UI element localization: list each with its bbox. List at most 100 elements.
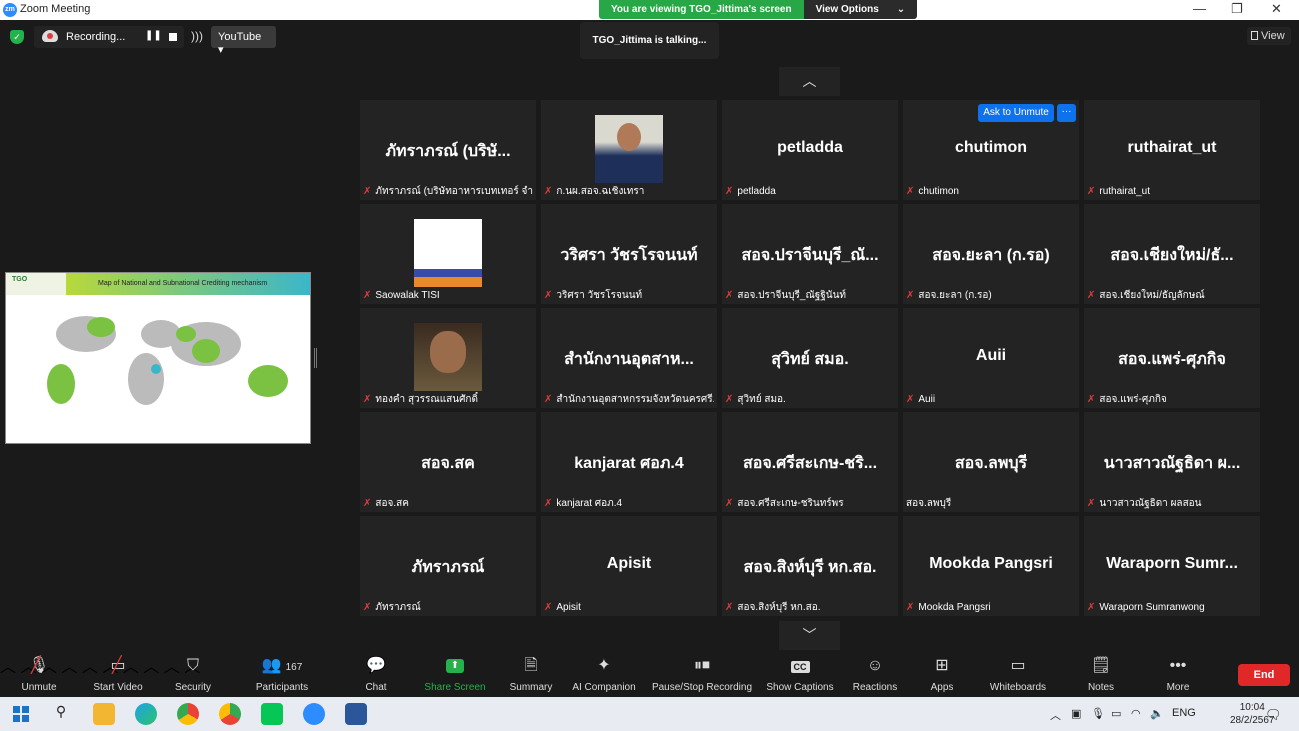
chat-button[interactable]: 💬 Chat <box>356 653 396 697</box>
more-button[interactable]: ••• More <box>1158 653 1198 697</box>
line-app-icon[interactable] <box>261 703 283 725</box>
participant-tile[interactable]: kanjarat ศอภ.4 ✗ kanjarat ศอภ.4 <box>541 412 717 512</box>
participant-tile[interactable]: ✗ ทองคำ สุวรรณแสนศักดิ์ <box>360 308 536 408</box>
participant-tile[interactable]: ✗ ก.นผ.สอจ.ฉเชิงเทรา <box>541 100 717 200</box>
tray-meet-icon[interactable]: ▣ <box>1071 707 1081 720</box>
windows-start-icon[interactable] <box>10 703 32 725</box>
mic-muted-icon: ✗ <box>544 185 553 197</box>
more-options-button[interactable]: ··· <box>1057 104 1076 122</box>
cloud-record-icon <box>42 30 58 42</box>
chrome-profile-icon[interactable] <box>219 703 241 725</box>
chrome-icon[interactable] <box>177 703 199 725</box>
participant-tile[interactable]: สอจ.ลพบุรี สอจ.ลพบุรี <box>903 412 1079 512</box>
mic-muted-icon: ✗ <box>544 601 553 613</box>
participant-tile[interactable]: สอจ.สค ✗ สอจ.สค <box>360 412 536 512</box>
summary-button[interactable]: 🗎 Summary <box>506 653 556 697</box>
end-meeting-button[interactable]: End <box>1238 664 1290 686</box>
share-screen-button[interactable]: ⬆ Share Screen <box>422 653 488 697</box>
participant-name-label: ✗ สอจ.เชียงใหม่/ธัญลักษณ์ <box>1087 288 1257 302</box>
participant-tile[interactable]: วริศรา วัชรโรจนนท์ ✗ วริศรา วัชรโรจนนท์ <box>541 204 717 304</box>
tray-wifi-icon[interactable]: ◠ <box>1131 707 1141 720</box>
start-video-button[interactable]: ▭ ╱ Start Video <box>88 653 148 697</box>
participant-name: ภัทราภรณ์ (บริษัทอาหารเบทเทอร์ จำ... <box>375 185 533 197</box>
restore-button[interactable]: ❐ <box>1231 1 1243 17</box>
participant-name: Mookda Pangsri <box>918 601 991 613</box>
language-indicator[interactable]: ENG <box>1172 707 1196 719</box>
recording-label: Recording... <box>66 31 126 43</box>
whiteboards-button[interactable]: ▭ Whiteboards <box>986 653 1050 697</box>
mic-muted-icon: ✗ <box>725 393 734 405</box>
ai-companion-button[interactable]: ✦ AI Companion <box>570 653 638 697</box>
participant-name-label: ✗ สอจ.ปราจีนบุรี_ณัฐฐินันท์ <box>725 288 895 302</box>
shield-check-icon[interactable]: ✓ <box>10 30 24 44</box>
tray-speaker-muted-icon[interactable]: 🔈 <box>1150 707 1164 720</box>
pause-stop-recording-button[interactable]: ⏸⏹ Pause/Stop Recording <box>650 653 754 697</box>
participant-name: สอจ.สิงห์บุรี หก.สอ. <box>737 601 821 613</box>
mic-muted-icon: ✗ <box>544 497 553 509</box>
participant-tile[interactable]: Waraporn Sumr... ✗ Waraporn Sumranwong <box>1084 516 1260 616</box>
participant-tile[interactable]: สอจ.ยะลา (ก.รอ) ✗ สอจ.ยะลา (ก.รอ) <box>903 204 1079 304</box>
splitter-handle[interactable] <box>314 348 317 368</box>
word-icon[interactable] <box>345 703 367 725</box>
participant-tile[interactable]: สอจ.สิงห์บุรี หก.สอ. ✗ สอจ.สิงห์บุรี หก.สอ… <box>722 516 898 616</box>
pause-recording-icon[interactable]: ❚❚ <box>145 30 162 41</box>
tray-mic-icon[interactable]: 🎙 <box>1091 707 1105 720</box>
view-button[interactable]: View <box>1247 27 1291 45</box>
search-icon[interactable]: ⚲ <box>50 703 72 725</box>
participant-tile[interactable]: สำนักงานอุตสาห... ✗ สำนักงานอุตสาหกรรมจังห… <box>541 308 717 408</box>
participants-label: Participants <box>255 682 309 693</box>
page-down-button[interactable]: ﹀ <box>779 621 840 650</box>
close-window-button[interactable]: ✕ <box>1271 1 1282 17</box>
participant-tile[interactable]: สอจ.เชียงใหม่/ธั... ✗ สอจ.เชียงใหม่/ธัญลัก… <box>1084 204 1260 304</box>
security-button[interactable]: ⛉ Security <box>168 653 218 697</box>
participant-name-label: ✗ สอจ.สิงห์บุรี หก.สอ. <box>725 600 895 614</box>
tray-battery-icon[interactable]: ▭ <box>1111 707 1121 720</box>
mic-muted-icon: ✗ <box>544 393 553 405</box>
show-captions-button[interactable]: CC Show Captions <box>764 653 836 697</box>
file-explorer-icon[interactable] <box>93 703 115 725</box>
apps-button[interactable]: ⊞ Apps <box>924 653 960 697</box>
meeting-toolbar: 🎙 ╱ Unmute ︿ ▭ ╱ Start Video ︿ ⛉ Security 👥 16… <box>0 653 1299 697</box>
participant-tile[interactable]: สอจ.แพร่-ศุภกิจ ✗ สอจ.แพร่-ศุภกิจ <box>1084 308 1260 408</box>
tray-chevron-up-icon[interactable]: ︿ <box>1050 707 1061 723</box>
mic-muted-icon: ✗ <box>725 601 734 613</box>
page-up-button[interactable]: ︿ <box>779 67 840 96</box>
edge-browser-icon[interactable] <box>135 703 157 725</box>
participant-tile[interactable]: Auii ✗ Auii <box>903 308 1079 408</box>
participant-name-label: ✗ Saowalak TISI <box>363 288 533 302</box>
minimize-button[interactable]: — <box>1193 1 1206 16</box>
participant-tile[interactable]: สอจ.ปราจีนบุรี_ณั... ✗ สอจ.ปราจีนบุรี_ณัฐฐ… <box>722 204 898 304</box>
participant-tile[interactable]: สอจ.ศรีสะเกษ-ชริ... ✗ สอจ.ศรีสะเกษ-ชรินทร์… <box>722 412 898 512</box>
active-speaker-banner: TGO_Jittima is talking... <box>580 22 719 59</box>
view-options-label: View Options <box>815 4 879 15</box>
shared-screen[interactable]: TGO Map of National and Subnational Cred… <box>5 272 311 444</box>
participant-avatar <box>414 323 482 391</box>
zoom-taskbar-icon[interactable] <box>303 703 325 725</box>
participant-tile[interactable]: ✗ Saowalak TISI <box>360 204 536 304</box>
participant-tile[interactable]: Mookda Pangsri ✗ Mookda Pangsri <box>903 516 1079 616</box>
participants-button[interactable]: 👥 167 Participants <box>250 653 314 697</box>
participant-tile[interactable]: สุวิทย์ สมอ. ✗ สุวิทย์ สมอ. <box>722 308 898 408</box>
participant-tile[interactable]: นาวสาวณัฐธิดา ผ... ✗ นาวสาวณัฐธิดา ผลสอน <box>1084 412 1260 512</box>
more-dots-icon: ••• <box>1158 653 1198 679</box>
participant-tile[interactable]: ภัทราภรณ์ (บริษั... ✗ ภัทราภรณ์ (บริษัทอาห… <box>360 100 536 200</box>
stop-recording-icon[interactable] <box>169 33 177 41</box>
participant-tile[interactable]: ภัทราภรณ์ ✗ ภัทราภรณ์ <box>360 516 536 616</box>
participant-tile[interactable]: Apisit ✗ Apisit <box>541 516 717 616</box>
reactions-button[interactable]: ☺ Reactions <box>850 653 900 697</box>
participant-tile[interactable]: ruthairat_ut ✗ ruthairat_ut <box>1084 100 1260 200</box>
notification-icon[interactable]: 🗨 <box>1265 707 1282 723</box>
participant-name: ภัทราภรณ์ <box>375 601 421 613</box>
livestream-icon[interactable]: ))) <box>188 29 206 47</box>
window-title: Zoom Meeting <box>20 3 91 15</box>
unmute-button[interactable]: 🎙 ╱ Unmute <box>14 653 64 697</box>
view-options-button[interactable]: View Options ⌄ <box>803 0 918 19</box>
participant-tile[interactable]: petladda ✗ petladda <box>722 100 898 200</box>
ask-to-unmute-button[interactable]: Ask to Unmute <box>978 104 1054 122</box>
map-canada-region <box>87 317 115 337</box>
livestream-youtube-button[interactable]: YouTube ▾ <box>211 26 276 56</box>
participant-name: Waraporn Sumranwong <box>1099 601 1205 613</box>
notes-button[interactable]: 🗒 Notes <box>1082 653 1120 697</box>
mic-muted-icon: ✗ <box>363 185 372 197</box>
pause-stop-icon: ⏸⏹ <box>693 657 710 674</box>
